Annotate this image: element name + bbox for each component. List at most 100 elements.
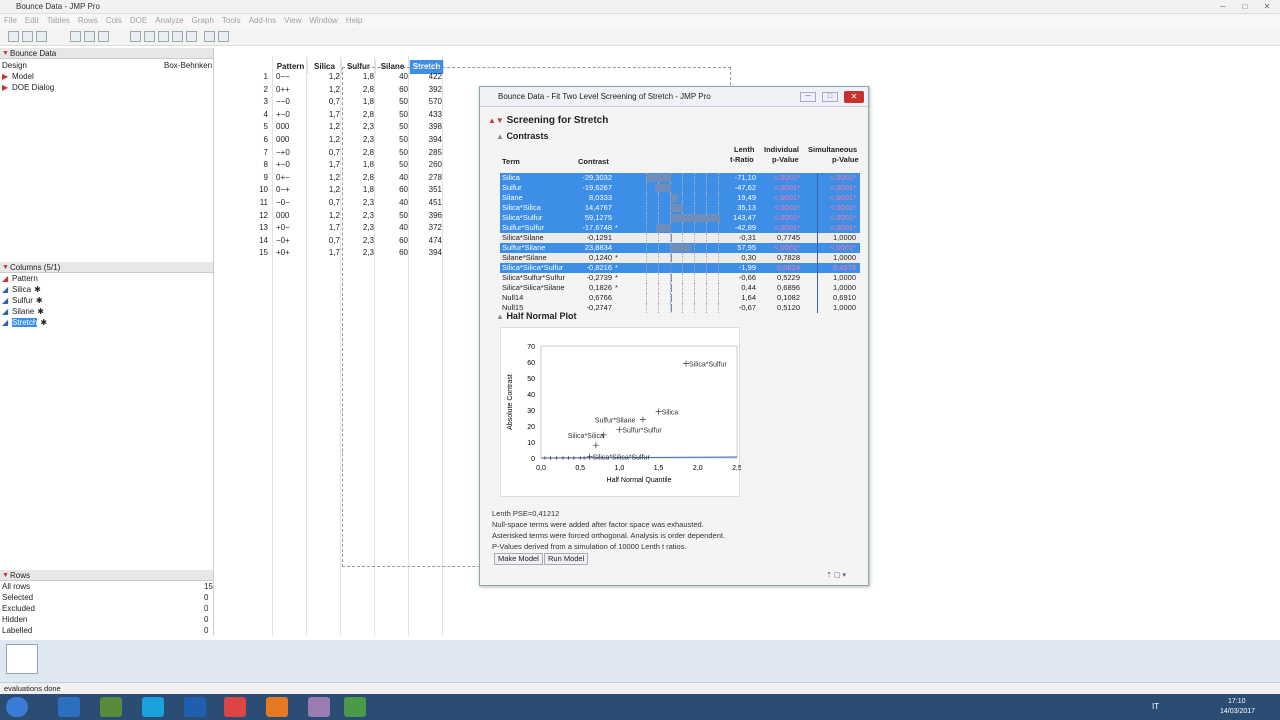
edit-icon[interactable] [218, 31, 229, 42]
row-number[interactable]: 15 [252, 248, 268, 258]
contrast-row[interactable]: Silane*Silane 0,1240 * 0,30 0,7828 1,0000 [500, 253, 860, 263]
column-item-silane[interactable]: ◢ Silane ✱ [2, 307, 44, 316]
minimize-button[interactable]: ─ [1214, 2, 1232, 12]
menu-window[interactable]: Window [305, 14, 341, 27]
table-cell[interactable]: −0− [276, 198, 306, 208]
menu-addins[interactable]: Add-Ins [245, 14, 281, 27]
contrast-row[interactable]: Sulfur*Silane 23,8834 57,95 <,0001* <,0001* [500, 243, 860, 253]
row-number[interactable]: 9 [252, 173, 268, 183]
row-number[interactable]: 10 [252, 185, 268, 195]
cut-icon[interactable] [70, 31, 81, 42]
table-cell[interactable]: 1,2 [310, 72, 340, 82]
table-cell[interactable]: +0− [276, 223, 306, 233]
menu-file[interactable]: File [0, 14, 21, 27]
jmp-icon[interactable] [344, 697, 366, 717]
contrast-row[interactable]: Sulfur -19,6267 -47,62 <,0001* <,0001* [500, 183, 860, 193]
tool-icon[interactable] [308, 697, 330, 717]
row-number[interactable]: 6 [252, 135, 268, 145]
new-icon[interactable] [8, 31, 19, 42]
maximize-button[interactable]: □ [1236, 2, 1254, 12]
script-icon[interactable] [204, 31, 215, 42]
table-cell[interactable]: −+0 [276, 148, 306, 158]
report-footer-icons[interactable]: ⇡ ▢ ▾ [826, 571, 846, 579]
table-cell[interactable]: 0+− [276, 173, 306, 183]
menu-edit[interactable]: Edit [21, 14, 43, 27]
row-number[interactable]: 4 [252, 110, 268, 120]
menu-help[interactable]: Help [342, 14, 366, 27]
columns-section-header[interactable]: ▼ Columns (5/1) [0, 262, 213, 273]
row-number[interactable]: 8 [252, 160, 268, 170]
row-number[interactable]: 2 [252, 85, 268, 95]
contrast-row[interactable]: Silica*Silica*Silane 0,1826 * 0,44 0,6896 1,0… [500, 283, 860, 293]
table-cell[interactable]: 1,7 [310, 248, 340, 258]
table-cell[interactable]: 000 [276, 211, 306, 221]
language-indicator[interactable]: IT [1152, 702, 1159, 711]
skype-icon[interactable] [142, 697, 164, 717]
report-close-button[interactable]: ✕ [844, 91, 864, 103]
chrome-icon[interactable] [224, 697, 246, 717]
table-cell[interactable]: 1,2 [310, 122, 340, 132]
table-cell[interactable]: 1,2 [310, 211, 340, 221]
row-number[interactable]: 5 [252, 122, 268, 132]
table-cell[interactable]: 0,7 [310, 198, 340, 208]
network-icon[interactable] [100, 697, 122, 717]
chart-icon[interactable] [186, 31, 197, 42]
outlook-icon[interactable] [184, 697, 206, 717]
copy-icon[interactable] [84, 31, 95, 42]
table-cell[interactable]: 000 [276, 122, 306, 132]
window-thumbnail[interactable] [6, 644, 38, 674]
outline-contrasts[interactable]: ▲ Contrasts [496, 131, 548, 141]
row-number[interactable]: 12 [252, 211, 268, 221]
column-item-stretch[interactable]: ◢ Stretch ✱ [2, 318, 47, 327]
row-number[interactable]: 14 [252, 236, 268, 246]
table-cell[interactable]: 1,2 [310, 85, 340, 95]
table-section-header[interactable]: ▼ Bounce Data [0, 48, 213, 59]
table-cell[interactable]: −0+ [276, 236, 306, 246]
clock-date[interactable]: 14/03/2017 [1220, 708, 1255, 715]
outline-screening[interactable]: ▲▼ Screening for Stretch [488, 115, 608, 126]
menu-doe[interactable]: DOE [126, 14, 151, 27]
contrast-row[interactable]: Silica*Silica*Sulfur -0,8216 * -1,99 0,0624 0… [500, 263, 860, 273]
table-cell[interactable]: 1,7 [310, 223, 340, 233]
make-model-button[interactable]: Make Model [494, 553, 543, 565]
report-maximize-button[interactable]: □ [822, 92, 838, 102]
contrast-row[interactable]: Silane 8,0333 19,49 <,0001* <,0001* [500, 193, 860, 203]
script-doe-dialog[interactable]: ▶ DOE Dialog [2, 83, 54, 92]
run-model-button[interactable]: Run Model [544, 553, 589, 565]
table-cell[interactable]: 0,7 [310, 236, 340, 246]
table-cell[interactable]: 1,7 [310, 160, 340, 170]
clock-time[interactable]: 17:10 [1228, 698, 1246, 705]
menu-graph[interactable]: Graph [188, 14, 218, 27]
save-icon[interactable] [36, 31, 47, 42]
menu-cols[interactable]: Cols [102, 14, 126, 27]
contrast-row[interactable]: Silica*Sulfur 59,1275 143,47 <,0001* <,0001* [500, 213, 860, 223]
close-button[interactable]: ✕ [1258, 2, 1276, 12]
menu-view[interactable]: View [280, 14, 305, 27]
table-cell[interactable]: 1,2 [310, 185, 340, 195]
contrast-row[interactable]: Sulfur*Sulfur -17,6748 * -42,89 <,0001* <,000… [500, 223, 860, 233]
table-cell[interactable]: 000 [276, 135, 306, 145]
row-number[interactable]: 1 [252, 72, 268, 82]
menu-rows[interactable]: Rows [74, 14, 102, 27]
menu-tables[interactable]: Tables [43, 14, 74, 27]
contrast-row[interactable]: Silica*Silica 14,4767 35,13 <,0001* <,0001* [500, 203, 860, 213]
table-cell[interactable]: −−0 [276, 97, 306, 107]
ie-icon[interactable] [58, 697, 80, 717]
contrast-row[interactable]: Silica*Silane -0,1291 -0,31 0,7745 1,0000 [500, 233, 860, 243]
table-cell[interactable]: 0++ [276, 85, 306, 95]
row-number[interactable]: 13 [252, 223, 268, 233]
menu-tools[interactable]: Tools [218, 14, 245, 27]
table-cell[interactable]: 0,7 [310, 97, 340, 107]
row-number[interactable]: 3 [252, 97, 268, 107]
grid-icon[interactable] [144, 31, 155, 42]
rows-section-header[interactable]: ▼ Rows [0, 570, 213, 581]
contrast-row[interactable]: Silica -29,3032 -71,10 <,0001* <,0001* [500, 173, 860, 183]
row-number[interactable]: 7 [252, 148, 268, 158]
column-item-sulfur[interactable]: ◢ Sulfur ✱ [2, 296, 43, 305]
table-cell[interactable]: 1,7 [310, 110, 340, 120]
table-cell[interactable]: +−0 [276, 110, 306, 120]
column-item-pattern[interactable]: ◢ Pattern [2, 274, 38, 283]
firefox-icon[interactable] [266, 697, 288, 717]
table-cell[interactable]: +−0 [276, 160, 306, 170]
table-cell[interactable]: 0−+ [276, 185, 306, 195]
